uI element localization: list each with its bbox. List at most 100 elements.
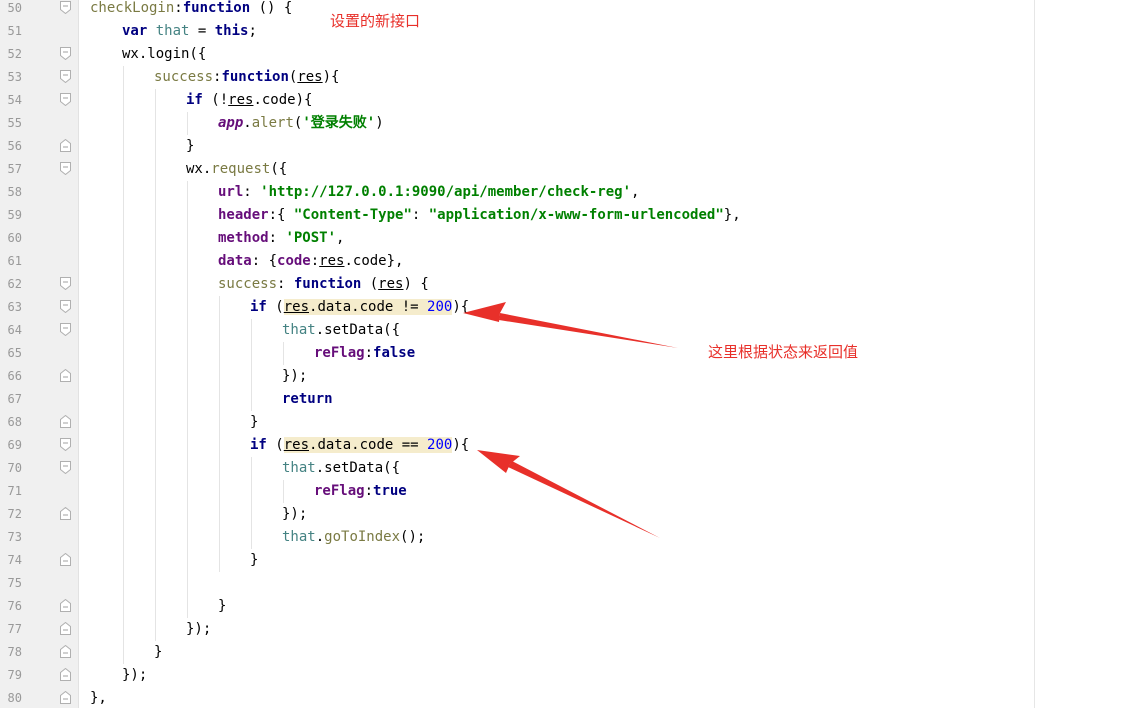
indent-guide [155,549,156,572]
line-number: 64 [7,323,22,337]
code-line[interactable]: 73 that.goToIndex(); [0,526,1127,549]
indent-guide [123,503,124,526]
code-line[interactable]: 68} [0,411,1127,434]
indent-guide [155,181,156,204]
code-line[interactable]: 57 wx.request({ [0,158,1127,181]
code-line[interactable]: 50 checkLogin:function () { [0,0,1127,20]
indent-guide [155,319,156,342]
code-token: ( [266,437,284,453]
fold-open-icon[interactable] [60,93,71,106]
code-line[interactable]: 67 return [0,388,1127,411]
code-text: wx.login({ [122,43,206,66]
fold-close-icon[interactable] [60,622,71,635]
code-line[interactable]: 65 reFlag:false [0,342,1127,365]
indent-guide [123,411,124,434]
code-line[interactable]: 76} [0,595,1127,618]
code-line[interactable]: 52 wx.login({ [0,43,1127,66]
code-token: code [277,253,311,269]
fold-close-icon[interactable] [60,507,71,520]
fold-open-icon[interactable] [60,323,71,336]
code-line[interactable]: 70 that.setData({ [0,457,1127,480]
indent-guide [123,204,124,227]
indent-guide [123,595,124,618]
code-line[interactable]: 69 if (res.data.code == 200){ [0,434,1127,457]
code-line[interactable]: 62 success: function (res) { [0,273,1127,296]
fold-open-icon[interactable] [60,47,71,60]
indent-guide [123,388,124,411]
code-line[interactable]: 75 [0,572,1127,595]
indent-guide [251,342,252,365]
fold-open-icon[interactable] [60,300,71,313]
code-line[interactable]: 80}, [0,687,1127,708]
fold-open-icon[interactable] [60,1,71,14]
code-line[interactable]: 61 data: {code:res.code}, [0,250,1127,273]
code-line[interactable]: 53 success:function(res){ [0,66,1127,89]
indent-guide [251,480,252,503]
code-line[interactable]: 54 if (!res.code){ [0,89,1127,112]
code-token: that [282,460,316,476]
code-token: 200 [427,299,453,315]
code-line[interactable]: 66}); [0,365,1127,388]
fold-close-icon[interactable] [60,691,71,704]
indent-guide [187,434,188,457]
code-line[interactable]: 59 header:{ "Content-Type": "application/… [0,204,1127,227]
code-line[interactable]: 56} [0,135,1127,158]
code-token: }); [282,368,308,384]
indent-guide [155,342,156,365]
code-line[interactable]: 74} [0,549,1127,572]
code-token: var [122,23,148,39]
fold-open-icon[interactable] [60,70,71,83]
indent-guide [187,549,188,572]
fold-close-icon[interactable] [60,668,71,681]
code-line[interactable]: 71 reFlag:true [0,480,1127,503]
code-line[interactable]: 78} [0,641,1127,664]
fold-open-icon[interactable] [60,162,71,175]
indent-guide [155,434,156,457]
code-line[interactable]: 58 url: 'http://127.0.0.1:9090/api/member… [0,181,1127,204]
code-line[interactable]: 77}); [0,618,1127,641]
fold-open-icon[interactable] [60,438,71,451]
line-number: 51 [7,24,22,38]
code-line[interactable]: 64 that.setData({ [0,319,1127,342]
code-line[interactable]: 72}); [0,503,1127,526]
fold-close-icon[interactable] [60,553,71,566]
fold-close-icon[interactable] [60,369,71,382]
code-token: }); [186,621,212,637]
code-editor[interactable]: 50 checkLogin:function () {51 var that = t… [0,0,1127,708]
code-line[interactable]: 51 var that = this; [0,20,1127,43]
code-token: 200 [427,437,453,453]
indent-guide [123,549,124,572]
code-token: if [250,299,267,315]
code-token: , [631,184,640,200]
code-text: that.goToIndex(); [282,526,425,549]
indent-guide [155,595,156,618]
code-line[interactable]: 79}); [0,664,1127,687]
fold-open-icon[interactable] [60,277,71,290]
code-line[interactable]: 60 method: 'POST', [0,227,1127,250]
indent-guide [123,572,124,595]
code-text: }, [90,687,107,708]
line-number: 71 [7,484,22,498]
indent-guide [187,411,188,434]
line-number: 62 [7,277,22,291]
indent-guide [187,227,188,250]
code-token: }); [282,506,308,522]
code-line[interactable]: 55 app.alert('登录失败') [0,112,1127,135]
fold-close-icon[interactable] [60,599,71,612]
code-text: } [250,411,258,434]
indent-guide [155,204,156,227]
code-token: this [214,23,249,39]
code-line[interactable]: 63 if (res.data.code != 200){ [0,296,1127,319]
code-text: } [218,595,226,618]
indent-guide [123,135,124,158]
fold-close-icon[interactable] [60,645,71,658]
indent-guide [219,457,220,480]
code-token: . [243,115,252,131]
fold-open-icon[interactable] [60,461,71,474]
indent-guide [155,89,156,112]
fold-close-icon[interactable] [60,415,71,428]
fold-close-icon[interactable] [60,139,71,152]
indent-guide [155,388,156,411]
code-token: res [319,253,345,269]
code-token: .setData({ [315,322,401,338]
